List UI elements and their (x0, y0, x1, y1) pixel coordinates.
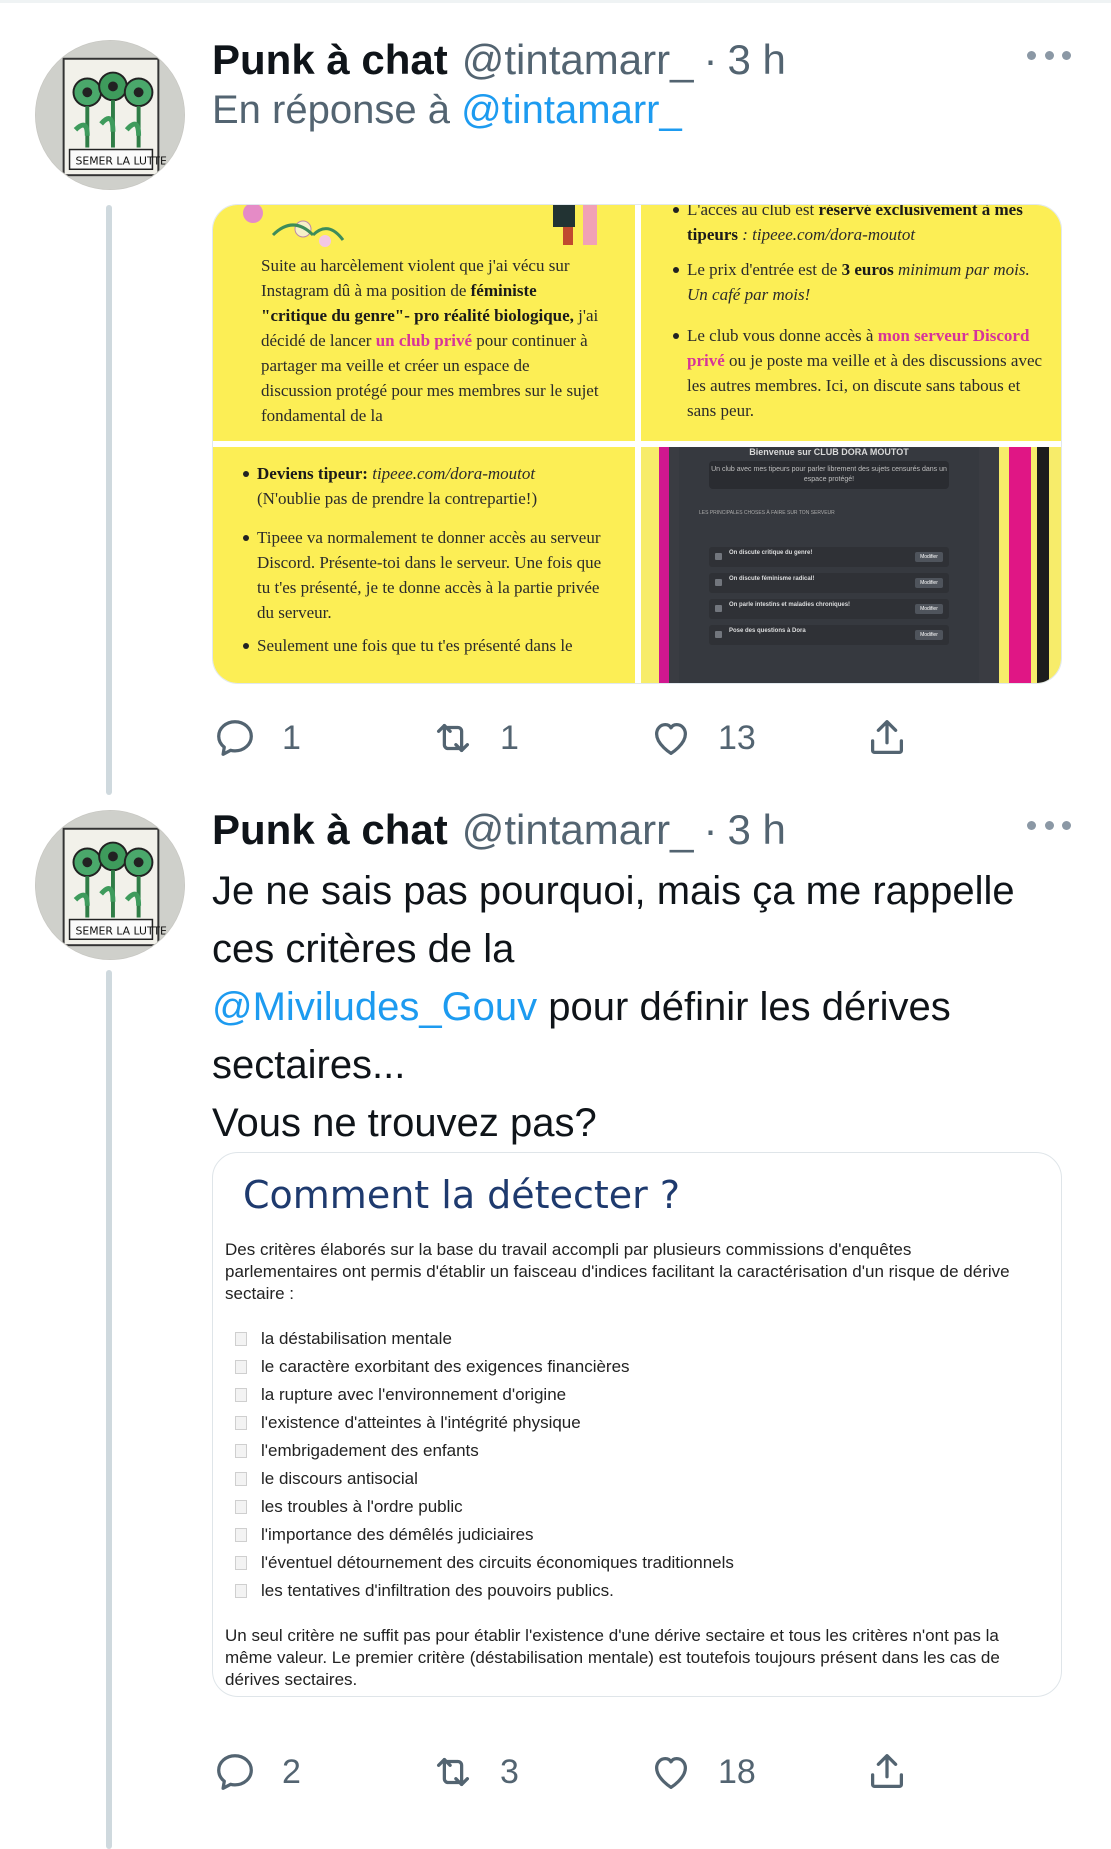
retweet-count: 3 (500, 1752, 519, 1791)
media-image-2[interactable]: L'accès au club est réservé exclusivemen… (641, 205, 1061, 441)
card-intro: Des critères élaborés sur la base du tra… (225, 1240, 1010, 1303)
author-handle[interactable]: @tintamarr_ (462, 36, 694, 84)
thread-connector (106, 970, 112, 1849)
author-name[interactable]: Punk à chat (212, 806, 448, 854)
tweet-text: Je ne sais pas pourquoi, mais ça me rapp… (212, 869, 1015, 1145)
share-icon (870, 720, 904, 755)
reply-mention-link[interactable]: @tintamarr_ (461, 88, 682, 132)
share-icon (870, 1754, 904, 1789)
checkbox-icon (235, 1556, 247, 1570)
list-item: le discours antisocial (235, 1465, 1015, 1493)
like-button[interactable]: 18 (648, 1742, 756, 1802)
reply-icon (217, 720, 253, 756)
svg-text:SEMER LA LUTTE: SEMER LA LUTTE (75, 154, 167, 167)
card-title: Comment la détecter ? (243, 1173, 680, 1217)
discord-title: Bienvenue sur CLUB DORA MOUTOT (749, 447, 909, 457)
retweet-icon (436, 1757, 470, 1787)
timestamp[interactable]: 3 h (727, 806, 785, 854)
card-footer: Un seul critère ne suffit pas pour établ… (225, 1626, 1000, 1689)
discord-row: On parle intestins et maladies chronique… (709, 599, 949, 619)
avatar[interactable]: SEMER LA LUTTE (35, 810, 185, 960)
tile2-bullet-2: Le prix d'entrée est de 3 euros minimum … (673, 257, 1047, 307)
list-item: le caractère exorbitant des exigences fi… (235, 1353, 1015, 1381)
retweet-button[interactable]: 3 (430, 1742, 519, 1802)
checkbox-icon (235, 1388, 247, 1402)
discord-row: Pose des questions à Dora Modifier (709, 625, 949, 645)
tweet-actions: 2 3 18 (212, 1742, 912, 1802)
checkbox-icon (235, 1416, 247, 1430)
author-handle[interactable]: @tintamarr_ (462, 806, 694, 854)
author-name[interactable]: Punk à chat (212, 36, 448, 84)
discord-banner: Un club avec mes tipeurs pour parler lib… (709, 461, 949, 489)
reply-button[interactable]: 1 (212, 708, 301, 768)
list-item: les troubles à l'ordre public (235, 1493, 1015, 1521)
separator: · (703, 36, 718, 83)
share-button[interactable] (864, 1742, 910, 1802)
discord-row: On discute féminisme radical! Modifier (709, 573, 949, 593)
thread-connector (106, 205, 112, 795)
tile2-bullet-3: Le club vous donne accès à mon serveur D… (673, 323, 1047, 423)
discord-row: On discute critique du genre! Modifier (709, 547, 949, 567)
timestamp[interactable]: 3 h (727, 36, 785, 84)
more-icon[interactable] (1027, 48, 1071, 62)
list-item: l'existence d'atteintes à l'intégrité ph… (235, 1409, 1015, 1437)
checkbox-icon (235, 1444, 247, 1458)
criteria-list: la déstabilisation mentale le caractère … (235, 1325, 1015, 1605)
reply-context: En réponse à @tintamarr_ (212, 88, 682, 133)
svg-text:SEMER LA LUTTE: SEMER LA LUTTE (75, 924, 167, 937)
mention-link[interactable]: @Miviludes_Gouv (212, 985, 537, 1029)
checkbox-icon (235, 1584, 247, 1598)
list-item: les tentatives d'infiltration des pouvoi… (235, 1577, 1015, 1605)
like-icon (654, 722, 688, 755)
checkbox-icon (235, 1360, 247, 1374)
attached-image[interactable]: Comment la détecter ? Des critères élabo… (212, 1152, 1062, 1697)
share-button[interactable] (864, 708, 910, 768)
like-button[interactable]: 13 (648, 708, 756, 768)
media-grid[interactable]: Suite au harcèlement violent que j'ai vé… (212, 204, 1062, 684)
checkbox-icon (235, 1500, 247, 1514)
tweet-actions: 1 1 13 (212, 708, 912, 768)
media-image-4[interactable]: Bienvenue sur CLUB DORA MOUTOT Un club a… (641, 447, 1061, 683)
list-item: la rupture avec l'environnement d'origin… (235, 1381, 1015, 1409)
reply-button[interactable]: 2 (212, 1742, 301, 1802)
list-item: l'embrigadement des enfants (235, 1437, 1015, 1465)
phone-screenshot: Bienvenue sur CLUB DORA MOUTOT Un club a… (659, 447, 1049, 683)
tile2-bullet-1: L'accès au club est réservé exclusivemen… (673, 205, 1047, 247)
media-image-3[interactable]: Deviens tipeur: tipeee.com/dora-moutot (N… (213, 447, 635, 683)
tile1-text: Suite au harcèlement violent que j'ai vé… (261, 256, 599, 425)
tile3-bullet-3: Seulement une fois que tu t'es présenté … (243, 633, 617, 658)
list-item: l'importance des démêlés judiciaires (235, 1521, 1015, 1549)
discord-section: LES PRINCIPALES CHOSES À FAIRE SUR TON S… (699, 510, 835, 516)
reply-icon (217, 1754, 253, 1790)
reply-prefix: En réponse à (212, 88, 450, 132)
avatar[interactable]: SEMER LA LUTTE (35, 40, 185, 190)
checkbox-icon (235, 1332, 247, 1346)
checkbox-icon (235, 1472, 247, 1486)
tweet-header: Punk à chat @tintamarr_ · 3 h (212, 800, 786, 860)
separator: · (703, 806, 718, 853)
like-count: 13 (718, 718, 756, 757)
tile3-bullet-2: Tipeee va normalement te donner accès au… (243, 525, 617, 625)
more-icon[interactable] (1027, 818, 1071, 832)
like-count: 18 (718, 1752, 756, 1791)
top-divider (0, 0, 1111, 3)
like-icon (654, 1756, 688, 1789)
tile3-bullet-1: Deviens tipeur: tipeee.com/dora-moutot (N… (243, 461, 617, 511)
retweet-count: 1 (500, 718, 519, 757)
reply-count: 2 (282, 1752, 301, 1791)
tweet-header: Punk à chat @tintamarr_ · 3 h (212, 30, 786, 90)
retweet-icon (436, 723, 470, 753)
checkbox-icon (235, 1528, 247, 1542)
list-item: la déstabilisation mentale (235, 1325, 1015, 1353)
list-item: l'éventuel détournement des circuits éco… (235, 1549, 1015, 1577)
retweet-button[interactable]: 1 (430, 708, 519, 768)
reply-count: 1 (282, 718, 301, 757)
media-image-1[interactable]: Suite au harcèlement violent que j'ai vé… (213, 205, 635, 441)
